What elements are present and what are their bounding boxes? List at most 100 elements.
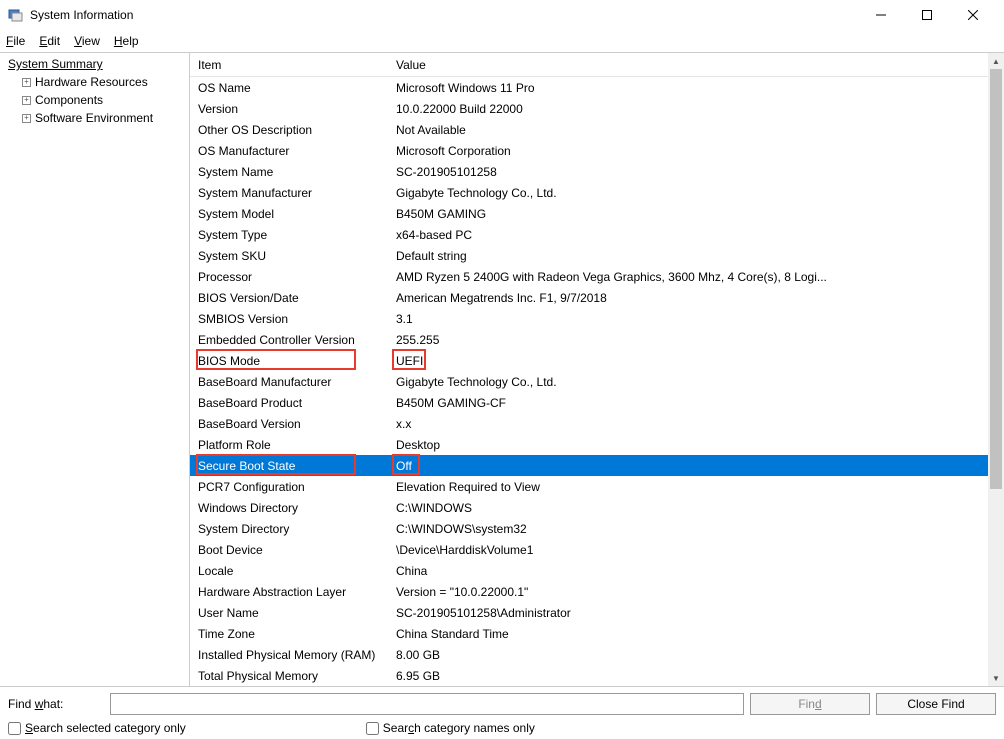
table-row[interactable]: BaseBoard ProductB450M GAMING-CF: [190, 392, 988, 413]
table-row[interactable]: BaseBoard ManufacturerGigabyte Technolog…: [190, 371, 988, 392]
check-selected-category-box[interactable]: [8, 722, 21, 735]
cell-value: China Standard Time: [396, 627, 988, 641]
table-row[interactable]: Total Physical Memory6.95 GB: [190, 665, 988, 686]
cell-value: Microsoft Corporation: [396, 144, 988, 158]
expander-icon[interactable]: +: [22, 96, 31, 105]
tree-components[interactable]: + Components: [0, 91, 189, 109]
table-row[interactable]: System NameSC-201905101258: [190, 161, 988, 182]
table-row[interactable]: Time ZoneChina Standard Time: [190, 623, 988, 644]
cell-value: 6.95 GB: [396, 669, 988, 683]
bottombar: Find what: Find Close Find Search select…: [0, 686, 1004, 739]
table-row[interactable]: Boot Device\Device\HarddiskVolume1: [190, 539, 988, 560]
cell-value: Desktop: [396, 438, 988, 452]
cell-item: BaseBoard Product: [198, 396, 396, 410]
table-row[interactable]: Version10.0.22000 Build 22000: [190, 98, 988, 119]
table-row[interactable]: System SKUDefault string: [190, 245, 988, 266]
close-button[interactable]: [950, 0, 996, 30]
maximize-button[interactable]: [904, 0, 950, 30]
check-category-names[interactable]: Search category names only: [366, 721, 535, 735]
minimize-button[interactable]: [858, 0, 904, 30]
table-row[interactable]: User NameSC-201905101258\Administrator: [190, 602, 988, 623]
tree-root-label: System Summary: [8, 57, 103, 71]
table-row[interactable]: ProcessorAMD Ryzen 5 2400G with Radeon V…: [190, 266, 988, 287]
cell-item: Boot Device: [198, 543, 396, 557]
cell-value: Default string: [396, 249, 988, 263]
cell-item: Hardware Abstraction Layer: [198, 585, 396, 599]
table-row[interactable]: Installed Physical Memory (RAM)8.00 GB: [190, 644, 988, 665]
cell-value: Not Available: [396, 123, 988, 137]
menu-help[interactable]: Help: [114, 34, 139, 48]
cell-item: Total Physical Memory: [198, 669, 396, 683]
cell-value: x.x: [396, 417, 988, 431]
tree-software-environment[interactable]: + Software Environment: [0, 109, 189, 127]
table-row[interactable]: BaseBoard Versionx.x: [190, 413, 988, 434]
table-row[interactable]: OS NameMicrosoft Windows 11 Pro: [190, 77, 988, 98]
table-row[interactable]: Embedded Controller Version255.255: [190, 329, 988, 350]
menu-edit[interactable]: Edit: [39, 34, 60, 48]
cell-item: Secure Boot State: [198, 459, 396, 473]
cell-value: Microsoft Windows 11 Pro: [396, 81, 988, 95]
find-button[interactable]: Find: [750, 693, 870, 715]
list-inner: Item Value OS NameMicrosoft Windows 11 P…: [190, 53, 988, 686]
table-row[interactable]: LocaleChina: [190, 560, 988, 581]
cell-value: Elevation Required to View: [396, 480, 988, 494]
table-row[interactable]: System ModelB450M GAMING: [190, 203, 988, 224]
cell-item: SMBIOS Version: [198, 312, 396, 326]
close-find-button[interactable]: Close Find: [876, 693, 996, 715]
menu-view[interactable]: View: [74, 34, 100, 48]
table-row[interactable]: SMBIOS Version3.1: [190, 308, 988, 329]
find-input[interactable]: [110, 693, 744, 715]
table-row[interactable]: System DirectoryC:\WINDOWS\system32: [190, 518, 988, 539]
expander-icon[interactable]: +: [22, 78, 31, 87]
cell-item: User Name: [198, 606, 396, 620]
checks-row: Search selected category only Search cat…: [8, 721, 996, 735]
table-row[interactable]: System ManufacturerGigabyte Technology C…: [190, 182, 988, 203]
cell-item: Other OS Description: [198, 123, 396, 137]
window-title: System Information: [30, 8, 858, 22]
find-label: Find what:: [8, 697, 104, 711]
cell-value: \Device\HarddiskVolume1: [396, 543, 988, 557]
cell-item: System Model: [198, 207, 396, 221]
table-row[interactable]: PCR7 ConfigurationElevation Required to …: [190, 476, 988, 497]
find-button-label: Find: [798, 697, 821, 711]
tree-child-label: Components: [35, 93, 103, 107]
list-header: Item Value: [190, 53, 988, 77]
cell-value: Gigabyte Technology Co., Ltd.: [396, 375, 988, 389]
column-value[interactable]: Value: [396, 58, 988, 72]
tree-system-summary[interactable]: System Summary: [0, 55, 189, 73]
table-row[interactable]: Secure Boot StateOff: [190, 455, 988, 476]
cell-item: System SKU: [198, 249, 396, 263]
table-row[interactable]: Hardware Abstraction LayerVersion = "10.…: [190, 581, 988, 602]
table-row[interactable]: System Typex64-based PC: [190, 224, 988, 245]
table-row[interactable]: Platform RoleDesktop: [190, 434, 988, 455]
cell-value: 8.00 GB: [396, 648, 988, 662]
tree-child-label: Software Environment: [35, 111, 153, 125]
scroll-up-button[interactable]: ▲: [988, 53, 1004, 69]
cell-value: B450M GAMING: [396, 207, 988, 221]
cell-item: Windows Directory: [198, 501, 396, 515]
table-row[interactable]: BIOS Version/DateAmerican Megatrends Inc…: [190, 287, 988, 308]
expander-icon[interactable]: +: [22, 114, 31, 123]
table-row[interactable]: Windows DirectoryC:\WINDOWS: [190, 497, 988, 518]
find-row: Find what: Find Close Find: [8, 693, 996, 715]
cell-item: OS Manufacturer: [198, 144, 396, 158]
table-row[interactable]: BIOS ModeUEFI: [190, 350, 988, 371]
scroll-thumb[interactable]: [990, 69, 1002, 489]
scroll-down-button[interactable]: ▼: [988, 670, 1004, 686]
cell-item: System Type: [198, 228, 396, 242]
cell-item: BaseBoard Manufacturer: [198, 375, 396, 389]
menu-file[interactable]: File: [6, 34, 25, 48]
table-row[interactable]: OS ManufacturerMicrosoft Corporation: [190, 140, 988, 161]
content-area: System Summary + Hardware Resources + Co…: [0, 52, 1004, 686]
check-selected-category[interactable]: Search selected category only: [8, 721, 186, 735]
column-item[interactable]: Item: [198, 58, 396, 72]
cell-item: System Directory: [198, 522, 396, 536]
cell-value: Gigabyte Technology Co., Ltd.: [396, 186, 988, 200]
cell-item: Embedded Controller Version: [198, 333, 396, 347]
table-row[interactable]: Other OS DescriptionNot Available: [190, 119, 988, 140]
check-category-names-box[interactable]: [366, 722, 379, 735]
scrollbar[interactable]: ▲ ▼: [988, 53, 1004, 686]
tree-hardware-resources[interactable]: + Hardware Resources: [0, 73, 189, 91]
cell-item: PCR7 Configuration: [198, 480, 396, 494]
tree-child-label: Hardware Resources: [35, 75, 148, 89]
